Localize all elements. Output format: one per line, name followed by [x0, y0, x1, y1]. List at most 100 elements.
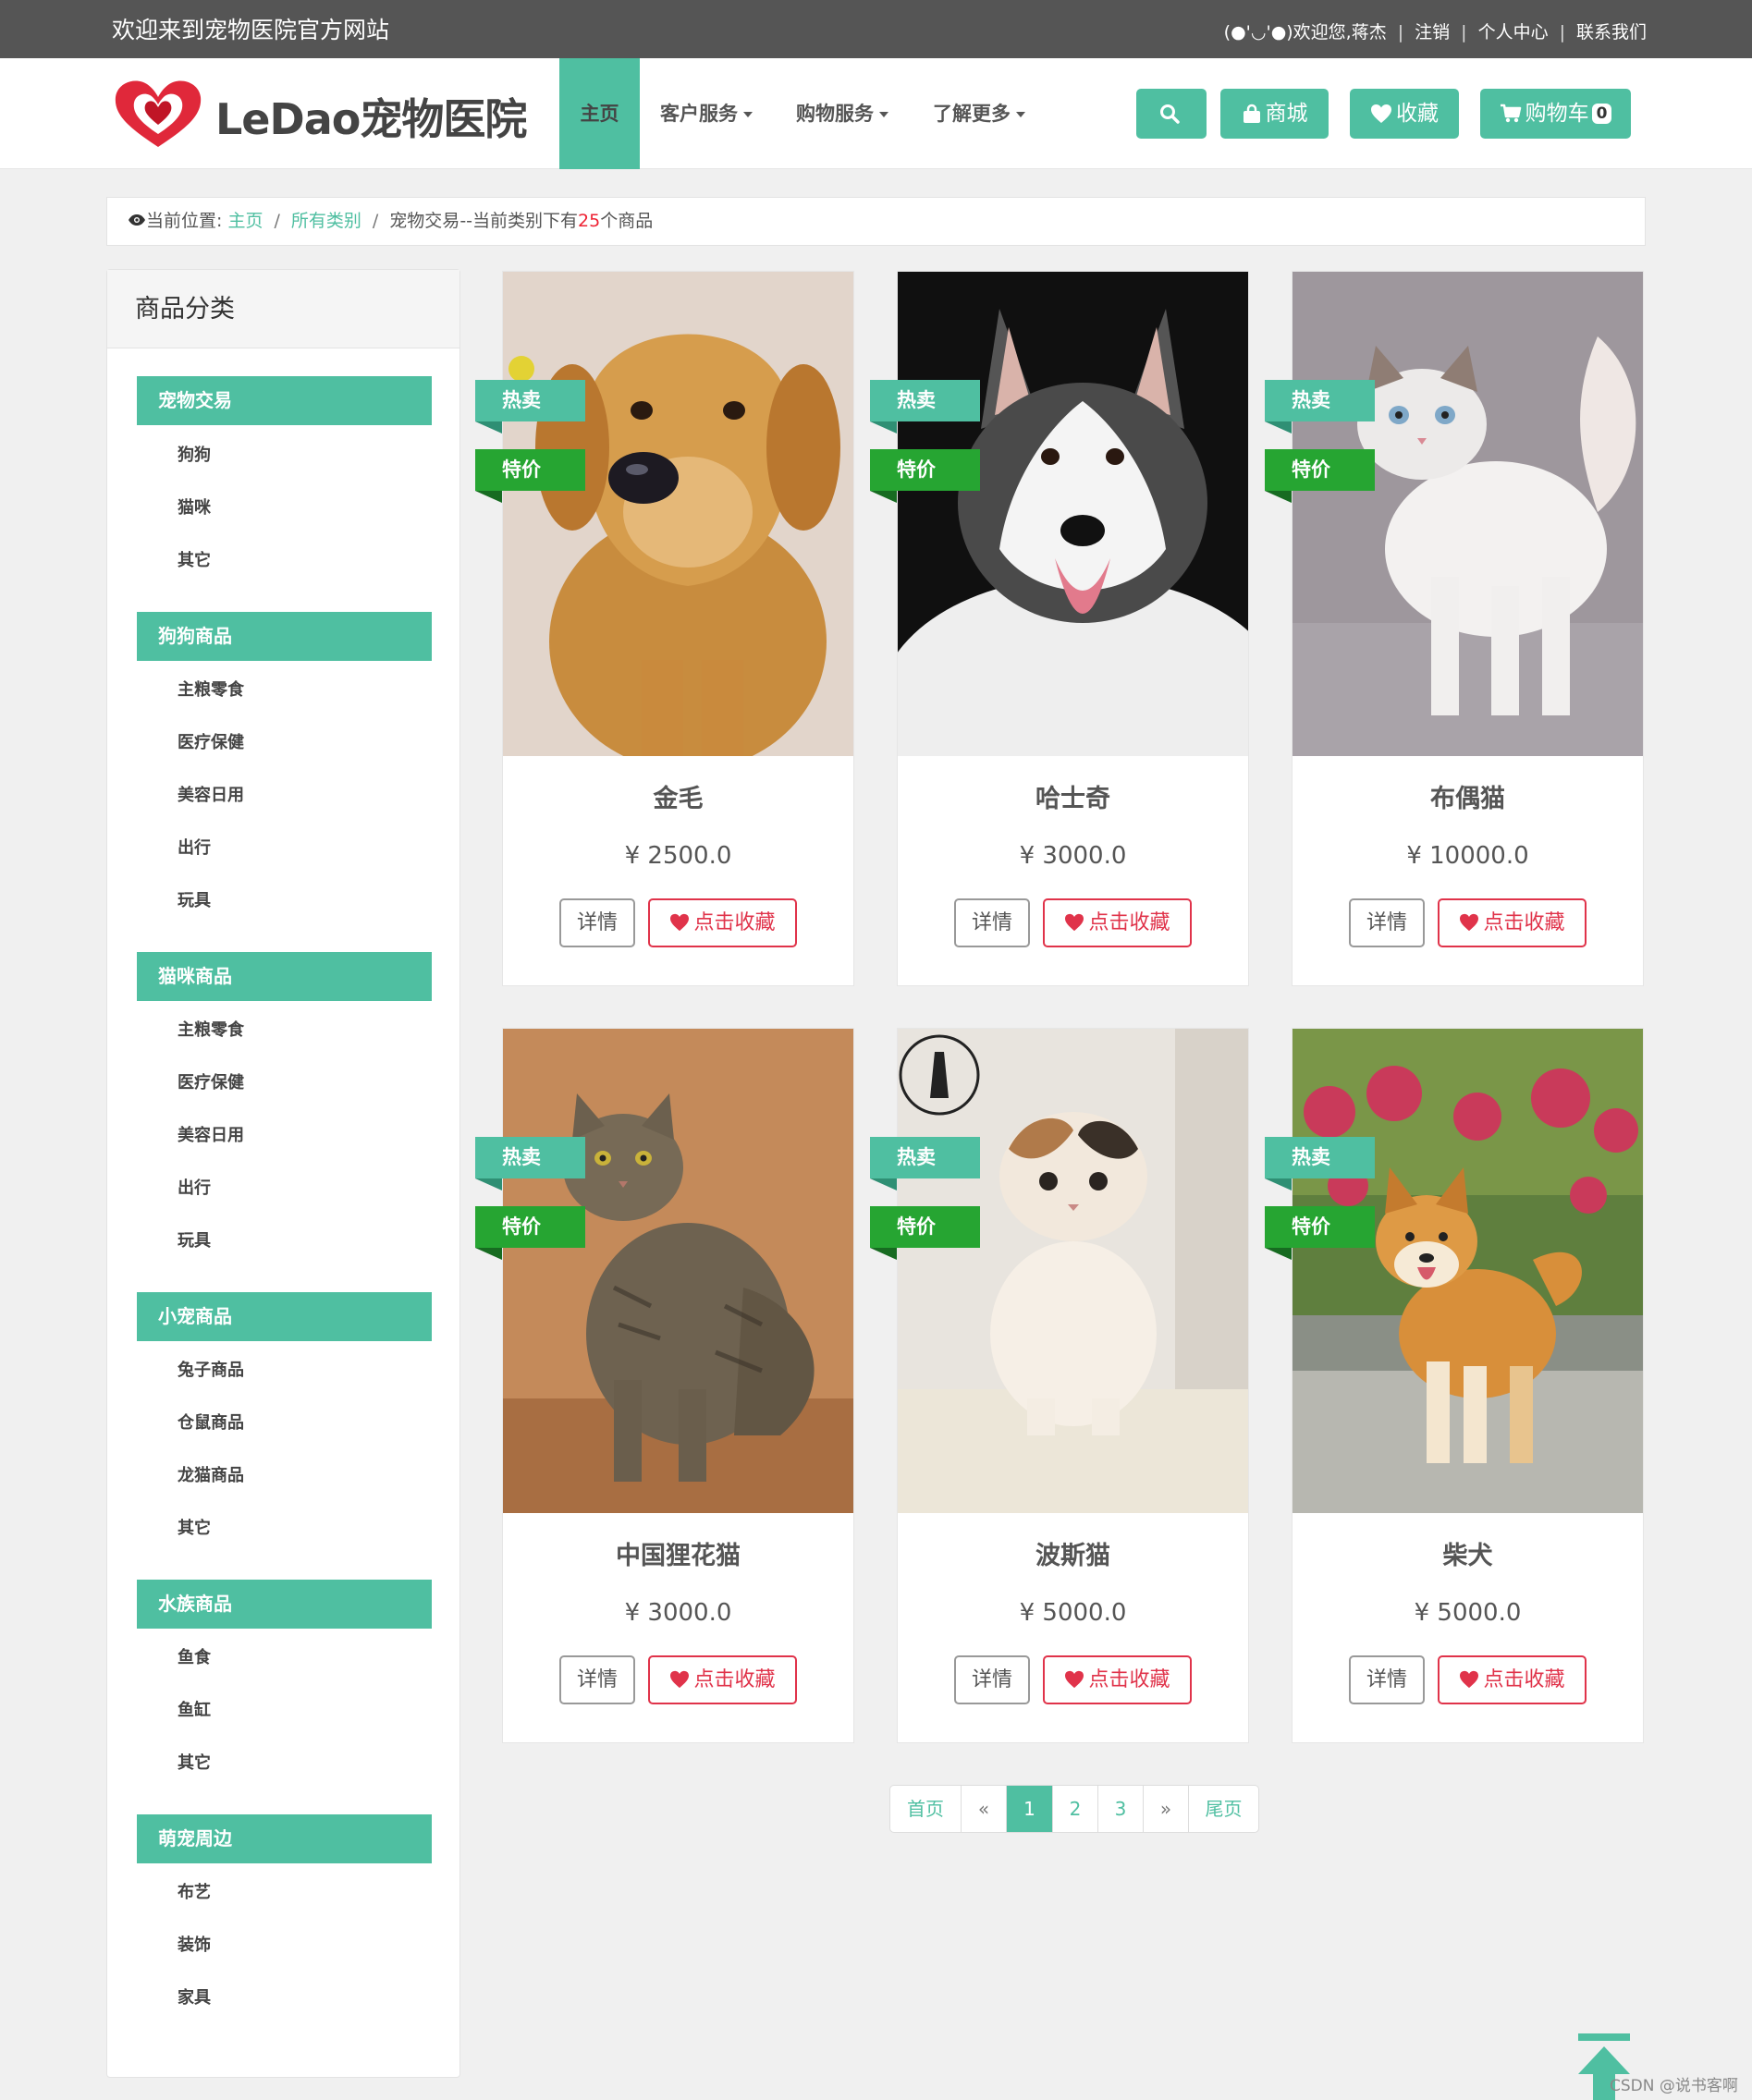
category-pet-trade[interactable]: 宠物交易 — [137, 376, 432, 425]
product-image-ragdoll-cat[interactable] — [1293, 272, 1643, 756]
sale-ribbon: 特价 — [870, 449, 980, 503]
subcategory-link[interactable]: 龙猫商品 — [178, 1462, 244, 1486]
subcategory-link[interactable]: 鱼缸 — [178, 1697, 211, 1721]
sale-label: 特价 — [897, 458, 936, 481]
category-sidebar: 商品分类 宠物交易 狗狗 猫咪 其它 狗狗商品 主粮零食 医疗保健 美容日用 出… — [106, 269, 460, 2078]
product-name: 金毛 — [653, 785, 704, 813]
subcategory-link[interactable]: 其它 — [178, 1750, 211, 1774]
subcategory-link[interactable]: 美容日用 — [178, 782, 244, 806]
heart-icon — [670, 913, 690, 932]
search-button[interactable] — [1136, 89, 1207, 139]
contact-link[interactable]: 联系我们 — [1576, 18, 1647, 43]
site-logo[interactable]: LeDao宠物医院 — [112, 77, 528, 151]
sale-label: 特价 — [502, 458, 541, 481]
ribbon-fold — [1265, 421, 1292, 433]
sale-ribbon: 特价 — [1265, 1206, 1375, 1260]
category-pet-accessories[interactable]: 萌宠周边 — [137, 1814, 432, 1863]
hot-label: 热卖 — [1292, 389, 1330, 411]
product-image-tabby-cat[interactable] — [503, 1029, 853, 1513]
last-page-link[interactable]: 尾页 — [1188, 1786, 1258, 1832]
separator: | — [1397, 22, 1404, 43]
subcategory-link[interactable]: 兔子商品 — [178, 1357, 244, 1381]
category-dog-products[interactable]: 狗狗商品 — [137, 612, 432, 661]
product-image-golden-retriever[interactable] — [503, 272, 853, 756]
detail-button[interactable]: 详情 — [559, 898, 635, 947]
heart-icon — [1460, 913, 1479, 932]
subcategory-link[interactable]: 医疗保健 — [178, 1069, 244, 1093]
add-favorite-button[interactable]: 点击收藏 — [1438, 1655, 1587, 1704]
ribbon-fold — [870, 1178, 897, 1190]
subcategory-link[interactable]: 其它 — [178, 547, 211, 571]
subcategory-link[interactable]: 美容日用 — [178, 1122, 244, 1146]
sale-ribbon: 特价 — [1265, 449, 1375, 503]
detail-button[interactable]: 详情 — [1349, 898, 1425, 947]
subcategory-link[interactable]: 狗狗 — [178, 442, 211, 466]
category-aquarium-products[interactable]: 水族商品 — [137, 1580, 432, 1629]
subcategory-link[interactable]: 医疗保健 — [178, 729, 244, 753]
heart-icon — [1065, 1670, 1084, 1689]
breadcrumb-all-link[interactable]: 所有类别 — [291, 211, 361, 231]
breadcrumb-prefix: 当前位置: — [146, 211, 223, 231]
mall-button[interactable]: 商城 — [1220, 89, 1329, 139]
add-favorite-button[interactable]: 点击收藏 — [1043, 1655, 1192, 1704]
product-count: 25 — [578, 211, 601, 231]
nav-customer-service[interactable]: 客户服务 — [660, 58, 753, 169]
product-image-husky[interactable] — [898, 272, 1248, 756]
hot-ribbon: 热卖 — [870, 1137, 980, 1190]
page-link-1[interactable]: 1 — [1006, 1786, 1052, 1832]
mall-label: 商城 — [1265, 102, 1308, 126]
next-page-link[interactable]: » — [1143, 1786, 1188, 1832]
hot-label: 热卖 — [897, 1146, 936, 1168]
add-favorite-button[interactable]: 点击收藏 — [1043, 898, 1192, 947]
page-link-2[interactable]: 2 — [1052, 1786, 1097, 1832]
watermark-text: CSDN @说书客啊 — [1610, 2077, 1738, 2095]
nav-learn-more[interactable]: 了解更多 — [933, 58, 1025, 169]
page-link-3[interactable]: 3 — [1097, 1786, 1143, 1832]
add-favorite-button[interactable]: 点击收藏 — [648, 898, 797, 947]
product-image-shiba-inu[interactable] — [1293, 1029, 1643, 1513]
heart-icon — [670, 1670, 690, 1689]
nav-shopping-service[interactable]: 购物服务 — [796, 58, 888, 169]
subcategory-link[interactable]: 猫咪 — [178, 494, 211, 519]
product-image-persian-kitten[interactable] — [898, 1029, 1248, 1513]
nav-home[interactable]: 主页 — [559, 58, 640, 169]
subcategory-link[interactable]: 仓鼠商品 — [178, 1410, 244, 1434]
detail-button[interactable]: 详情 — [954, 898, 1030, 947]
subcategory-link[interactable]: 家具 — [178, 1984, 211, 2008]
breadcrumb: 当前位置: 主页 / 所有类别 / 宠物交易--当前类别下有25个商品 — [106, 197, 1646, 246]
prev-page-link[interactable]: « — [961, 1786, 1006, 1832]
ribbon-fold — [475, 1248, 502, 1260]
pagination: 首页 « 1 2 3 » 尾页 — [889, 1785, 1259, 1833]
cart-label: 购物车 — [1525, 102, 1589, 126]
separator: | — [1461, 22, 1467, 43]
subcategory-link[interactable]: 装饰 — [178, 1932, 211, 1956]
subcategory-link[interactable]: 玩具 — [178, 887, 211, 911]
detail-button[interactable]: 详情 — [954, 1655, 1030, 1704]
subcategory-link[interactable]: 鱼食 — [178, 1644, 211, 1668]
category-small-pet-products[interactable]: 小宠商品 — [137, 1292, 432, 1341]
nav-label: 客户服务 — [660, 103, 738, 125]
add-favorite-button[interactable]: 点击收藏 — [1438, 898, 1587, 947]
cart-button[interactable]: 购物车 0 — [1480, 89, 1631, 139]
subcategory-link[interactable]: 其它 — [178, 1515, 211, 1539]
subcategory-link[interactable]: 出行 — [178, 835, 211, 859]
subcategory-link[interactable]: 主粮零食 — [178, 677, 244, 701]
subcategory-link[interactable]: 主粮零食 — [178, 1017, 244, 1041]
breadcrumb-separator: / — [274, 211, 280, 231]
first-page-link[interactable]: 首页 — [890, 1786, 961, 1832]
breadcrumb-home-link[interactable]: 主页 — [227, 211, 263, 231]
ribbon-fold — [870, 421, 897, 433]
detail-button[interactable]: 详情 — [1349, 1655, 1425, 1704]
subcategory-link[interactable]: 出行 — [178, 1175, 211, 1199]
detail-button[interactable]: 详情 — [559, 1655, 635, 1704]
category-cat-products[interactable]: 猫咪商品 — [137, 952, 432, 1001]
subcategory-link[interactable]: 布艺 — [178, 1879, 211, 1903]
nav-label: 购物服务 — [796, 103, 874, 125]
heart-icon — [1371, 104, 1391, 123]
subcategory-link[interactable]: 玩具 — [178, 1227, 211, 1251]
favorites-button[interactable]: 收藏 — [1350, 89, 1459, 139]
add-favorite-button[interactable]: 点击收藏 — [648, 1655, 797, 1704]
logout-link[interactable]: 注销 — [1415, 18, 1450, 43]
user-center-link[interactable]: 个人中心 — [1478, 18, 1549, 43]
ribbon-fold — [1265, 1178, 1292, 1190]
